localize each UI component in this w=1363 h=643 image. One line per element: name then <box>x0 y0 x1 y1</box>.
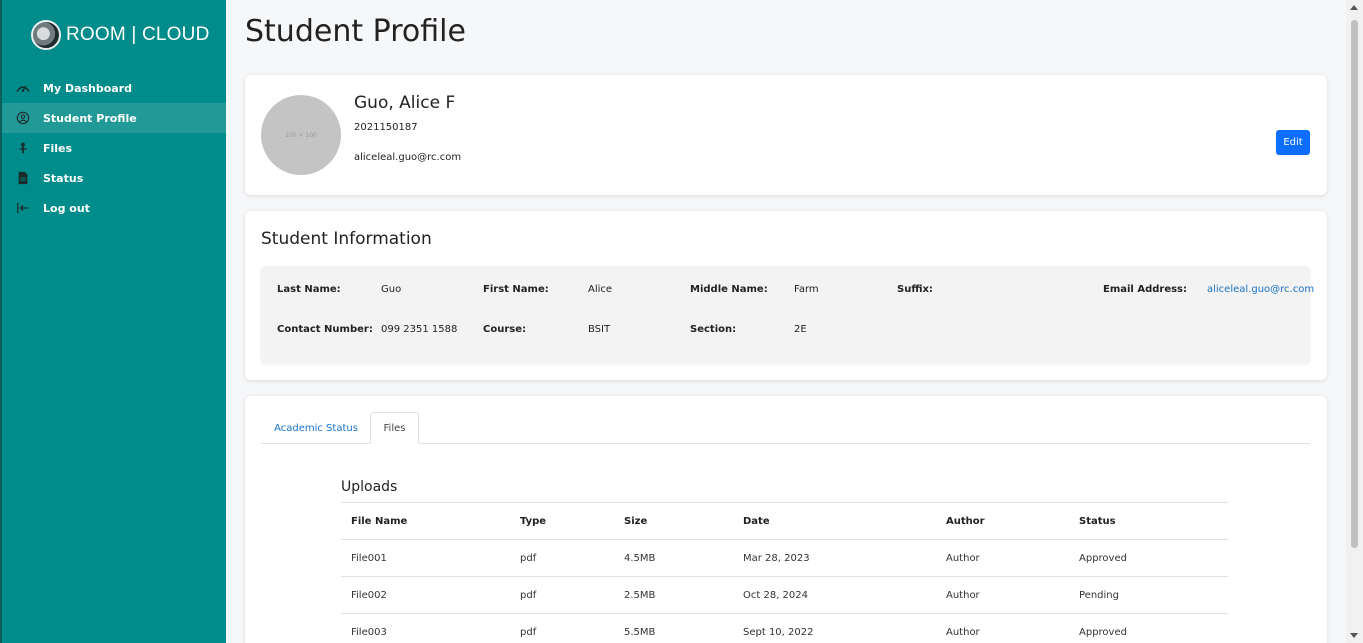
status-cell: Approved <box>1069 539 1228 577</box>
section-value: 2E <box>794 324 807 335</box>
files-card: Academic Status Files Uploads File Name … <box>245 396 1327 643</box>
first-name-value: Alice <box>588 284 613 295</box>
course-value: BSIT <box>588 324 611 335</box>
tab-files[interactable]: Files <box>370 412 419 444</box>
size-cell: 5.5MB <box>614 613 733 643</box>
tab-academic-status[interactable]: Academic Status <box>261 412 371 444</box>
type-cell: pdf <box>510 539 614 577</box>
column-header: Size <box>614 502 733 540</box>
sidebar-item-dashboard[interactable]: My Dashboard <box>2 73 226 103</box>
student-name: Guo, Alice F <box>354 93 456 113</box>
sidebar-item-logout[interactable]: Log out <box>2 193 226 223</box>
profile-card: 100 × 100 Guo, Alice F 2021150187 alicel… <box>245 75 1327 195</box>
sidebar-item-label: Status <box>43 171 84 185</box>
student-email: aliceleal.guo@rc.com <box>354 152 462 163</box>
logo-icon <box>31 20 61 50</box>
date-cell: Mar 28, 2023 <box>733 539 936 577</box>
section-label: Section: <box>690 324 737 335</box>
sidebar-nav: My Dashboard Student Profile Files Statu… <box>2 73 226 223</box>
middle-name-value: Farm <box>794 284 819 295</box>
sidebar-item-status[interactable]: Status <box>2 163 226 193</box>
contact-number-value: 099 2351 1588 <box>381 324 458 335</box>
scroll-down-icon[interactable] <box>1350 633 1358 638</box>
user-circle-icon <box>15 110 31 126</box>
date-cell: Sept 10, 2022 <box>733 613 936 643</box>
brand[interactable]: ROOM | CLOUD <box>2 0 226 70</box>
email-address-link[interactable]: aliceleal.guo@rc.com <box>1207 284 1314 295</box>
contact-number-label: Contact Number: <box>277 324 373 335</box>
avatar: 100 × 100 <box>261 95 341 175</box>
last-name-label: Last Name: <box>277 284 341 295</box>
student-id: 2021150187 <box>354 122 418 133</box>
author-cell: Author <box>936 613 1069 643</box>
scroll-up-icon[interactable] <box>1350 5 1358 10</box>
middle-name-label: Middle Name: <box>690 284 768 295</box>
table-header-row: File Name Type Size Date Author Status <box>341 502 1228 540</box>
file-name-cell: File003 <box>341 613 510 643</box>
table-row[interactable]: File003 pdf 5.5MB Sept 10, 2022 Author A… <box>341 613 1228 643</box>
student-information-card: Student Information Last Name: Guo First… <box>245 211 1327 380</box>
file-name-cell: File002 <box>341 576 510 614</box>
logout-icon <box>15 200 31 216</box>
sidebar-item-label: Log out <box>43 201 90 215</box>
date-cell: Oct 28, 2024 <box>733 576 936 614</box>
scroll-thumb[interactable] <box>1351 20 1358 548</box>
edit-button[interactable]: Edit <box>1276 130 1310 155</box>
avatar-placeholder-text: 100 × 100 <box>285 131 317 139</box>
column-header: Type <box>510 502 614 540</box>
author-cell: Author <box>936 576 1069 614</box>
course-label: Course: <box>483 324 526 335</box>
type-cell: pdf <box>510 576 614 614</box>
email-address-label: Email Address: <box>1103 284 1188 295</box>
column-header: File Name <box>341 502 510 540</box>
sidebar-item-files[interactable]: Files <box>2 133 226 163</box>
sidebar-item-label: My Dashboard <box>43 81 133 95</box>
uploads-table: File Name Type Size Date Author Status F… <box>341 502 1228 643</box>
author-cell: Author <box>936 539 1069 577</box>
file-name-cell: File001 <box>341 539 510 577</box>
sidebar: ROOM | CLOUD My Dashboard Student Profil… <box>0 0 226 643</box>
uploads-title: Uploads <box>341 479 398 495</box>
table-row[interactable]: File002 pdf 2.5MB Oct 28, 2024 Author Pe… <box>341 576 1228 614</box>
files-icon <box>15 140 31 156</box>
document-icon <box>15 170 31 186</box>
main-content: Student Profile 100 × 100 Guo, Alice F 2… <box>226 0 1346 643</box>
section-title: Student Information <box>261 229 432 249</box>
tab-bar: Academic Status Files <box>261 412 1310 444</box>
dashboard-icon <box>15 80 31 96</box>
sidebar-item-label: Files <box>43 141 73 155</box>
size-cell: 4.5MB <box>614 539 733 577</box>
vertical-scrollbar[interactable] <box>1346 0 1363 643</box>
info-box: Last Name: Guo First Name: Alice Middle … <box>261 266 1314 363</box>
last-name-value: Guo <box>381 284 402 295</box>
sidebar-item-label: Student Profile <box>43 111 137 125</box>
status-cell: Pending <box>1069 576 1228 614</box>
column-header: Status <box>1069 502 1228 540</box>
type-cell: pdf <box>510 613 614 643</box>
brand-name: ROOM | CLOUD <box>66 24 210 45</box>
table-row[interactable]: File001 pdf 4.5MB Mar 28, 2023 Author Ap… <box>341 539 1228 577</box>
first-name-label: First Name: <box>483 284 549 295</box>
sidebar-item-student-profile[interactable]: Student Profile <box>2 103 226 133</box>
column-header: Author <box>936 502 1069 540</box>
column-header: Date <box>733 502 936 540</box>
status-cell: Approved <box>1069 613 1228 643</box>
size-cell: 2.5MB <box>614 576 733 614</box>
page-title: Student Profile <box>245 14 466 49</box>
suffix-label: Suffix: <box>897 284 933 295</box>
